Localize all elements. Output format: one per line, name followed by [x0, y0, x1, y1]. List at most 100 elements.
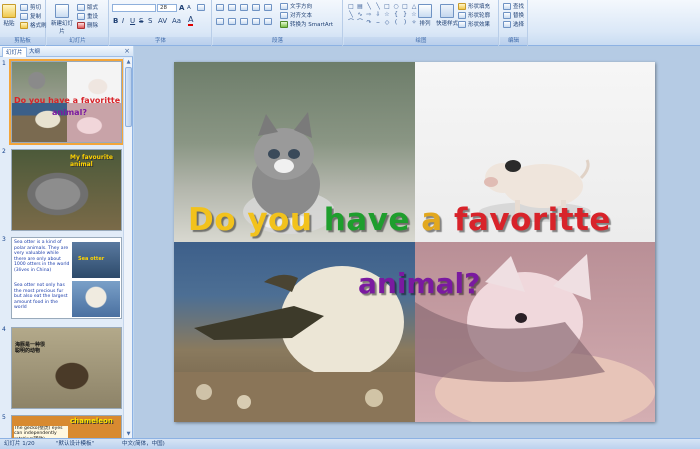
font-color-icon: A	[188, 15, 194, 26]
align-text-button[interactable]: 对齐文本	[280, 11, 312, 19]
font-size-field[interactable]: 28	[157, 4, 177, 12]
editing-group: 查找 替换 选择 编辑	[500, 0, 528, 46]
numbering-icon	[228, 4, 236, 11]
replace-button[interactable]: 替换	[503, 11, 524, 19]
brace-shape-icon[interactable]: {	[392, 11, 400, 18]
scroll-up-icon[interactable]: ▲	[124, 58, 133, 66]
star-shape-icon[interactable]: ☆	[410, 11, 418, 18]
thumb-text-2: Sea otter not only has the most precious…	[14, 283, 68, 311]
underline-button[interactable]: U	[130, 17, 135, 25]
tab-outline[interactable]: 大纲	[26, 47, 43, 57]
shape-fill-button[interactable]: 形状填充	[458, 2, 490, 10]
reset-button[interactable]: 重设	[77, 12, 98, 20]
thumbnail-item[interactable]: 3 Sea otter is a kind of polar animals. …	[0, 236, 124, 324]
columns-button[interactable]	[264, 18, 272, 25]
strikethrough-button[interactable]: S	[139, 17, 143, 25]
brace-shape-icon[interactable]: )	[401, 19, 409, 26]
quick-styles-button[interactable]: 快速样式	[436, 4, 458, 27]
font-name-field[interactable]	[112, 4, 156, 12]
arrow-shape-icon[interactable]: ⇨	[365, 11, 373, 18]
rect-shape-icon[interactable]: □	[347, 3, 355, 10]
paragraph-group: 文字方向 对齐文本 转换为 SmartArt 段落	[213, 0, 343, 46]
star-shape-icon[interactable]: ☆	[383, 11, 391, 18]
cut-button[interactable]: 剪切	[20, 3, 41, 11]
clear-format-button[interactable]	[197, 4, 205, 11]
rect-shape-icon[interactable]: □	[401, 3, 409, 10]
align-center-icon	[228, 18, 236, 25]
arrow-shape-icon[interactable]: ⇩	[374, 11, 382, 18]
line-shape-icon[interactable]: ╲	[365, 3, 373, 10]
align-center-button[interactable]	[228, 18, 236, 25]
rect-shape-icon[interactable]: □	[383, 3, 391, 10]
tab-slides[interactable]: 幻灯片	[2, 47, 27, 57]
shrink-font-button[interactable]: A	[187, 5, 191, 11]
curve-shape-icon[interactable]: ⌣	[374, 19, 382, 26]
find-button[interactable]: 查找	[503, 2, 524, 10]
shapes-gallery[interactable]: □ ▤ ╲ ╲ □ ○ □ △ ╲ ∿ ⇨ ⇩ ☆{} ☆ ⌒ ⌒ ↷ ⌣ ◇() ✧	[347, 3, 418, 26]
text-box-icon[interactable]: ▤	[356, 3, 364, 10]
eraser-icon	[197, 4, 205, 11]
arrange-icon	[418, 4, 432, 18]
font-color-button[interactable]: A	[188, 15, 194, 26]
slide-subtitle[interactable]: animal?	[358, 267, 480, 300]
slide-thumbnail-2[interactable]: My favourite animal	[11, 149, 122, 231]
select-button[interactable]: 选择	[503, 20, 524, 28]
paste-button[interactable]: 粘贴	[2, 4, 16, 27]
brace-shape-icon[interactable]: (	[392, 19, 400, 26]
decrease-indent-button[interactable]	[240, 4, 248, 11]
scrollbar-thumb[interactable]	[125, 67, 132, 127]
bullets-button[interactable]	[216, 4, 224, 11]
grow-font-button[interactable]: A	[179, 4, 184, 12]
slide-thumbnail-3[interactable]: Sea otter is a kind of polar animals. Th…	[11, 237, 122, 319]
line-shape-icon[interactable]: ╲	[374, 3, 382, 10]
arrange-button[interactable]: 排列	[418, 4, 432, 27]
panel-scrollbar[interactable]: ▲ ▼	[123, 58, 132, 438]
star-shape-icon[interactable]: ✧	[410, 19, 418, 26]
new-slide-button[interactable]: 新建幻灯片	[50, 4, 74, 35]
format-painter-button[interactable]: 格式刷	[20, 21, 47, 29]
triangle-shape-icon[interactable]: △	[410, 3, 418, 10]
increase-indent-button[interactable]	[252, 4, 260, 11]
justify-button[interactable]	[252, 18, 260, 25]
pen-icon	[458, 11, 466, 19]
line-spacing-button[interactable]	[264, 4, 272, 11]
drawing-group: □ ▤ ╲ ╲ □ ○ □ △ ╲ ∿ ⇨ ⇩ ☆{} ☆ ⌒ ⌒ ↷ ⌣ ◇() ✧ 排列 快速样式 形状填充 …	[344, 0, 499, 46]
slide-thumbnail-1[interactable]: Do you have a favoritte animal?	[9, 59, 124, 145]
smartart-button[interactable]: 转换为 SmartArt	[280, 20, 333, 28]
curve-shape-icon[interactable]: ⌒	[347, 19, 355, 26]
slide-thumbnail-4[interactable]: 海豚是一种很聪明的动物	[11, 327, 122, 409]
copy-button[interactable]: 复制	[20, 12, 41, 20]
paste-icon	[2, 4, 16, 18]
thumbnail-item[interactable]: 4 海豚是一种很聪明的动物	[0, 326, 124, 412]
oval-shape-icon[interactable]: ○	[392, 3, 400, 10]
scroll-down-icon[interactable]: ▼	[124, 430, 133, 438]
brace-shape-icon[interactable]: }	[401, 11, 409, 18]
callout-shape-icon[interactable]: ◇	[383, 19, 391, 26]
align-left-button[interactable]	[216, 18, 224, 25]
shape-effects-button[interactable]: 形状效果	[458, 20, 490, 28]
align-right-button[interactable]	[240, 18, 248, 25]
thumbnail-item[interactable]: 5 chameleon The gecko(壁虎) eyes can indep…	[0, 414, 124, 438]
shape-outline-button[interactable]: 形状轮廓	[458, 11, 490, 19]
char-spacing-button[interactable]: AV	[158, 17, 167, 25]
italic-button[interactable]: I	[122, 17, 124, 25]
clipboard-group: 粘贴 剪切 复制 格式刷 剪贴板	[0, 0, 47, 46]
close-icon[interactable]: ×	[124, 47, 130, 55]
layout-button[interactable]: 版式	[77, 3, 98, 11]
line-shape-icon[interactable]: ╲	[347, 11, 355, 18]
slide-title[interactable]: Do you have a favoritte	[188, 202, 655, 238]
change-case-button[interactable]: Aa	[172, 17, 181, 25]
numbering-button[interactable]	[228, 4, 236, 11]
bold-button[interactable]: B	[113, 17, 118, 25]
shadow-button[interactable]: S	[148, 17, 152, 25]
curve-shape-icon[interactable]: ∿	[356, 11, 364, 18]
current-slide[interactable]: Do you have a favoritte animal?	[174, 62, 655, 422]
delete-slide-button[interactable]: 删除	[77, 21, 98, 29]
slide-thumbnail-5[interactable]: chameleon The gecko(壁虎) eyes can indepen…	[11, 415, 122, 438]
text-direction-button[interactable]: 文字方向	[280, 2, 312, 10]
arrow-shape-icon[interactable]: ↷	[365, 19, 373, 26]
thumbnail-item[interactable]: 2 My favourite animal	[0, 148, 124, 234]
curve-shape-icon[interactable]: ⌒	[356, 19, 364, 26]
slides-group: 新建幻灯片 版式 重设 删除 幻灯片	[47, 0, 109, 46]
thumbnail-item[interactable]: 1 Do you have a favoritte animal?	[0, 59, 124, 145]
